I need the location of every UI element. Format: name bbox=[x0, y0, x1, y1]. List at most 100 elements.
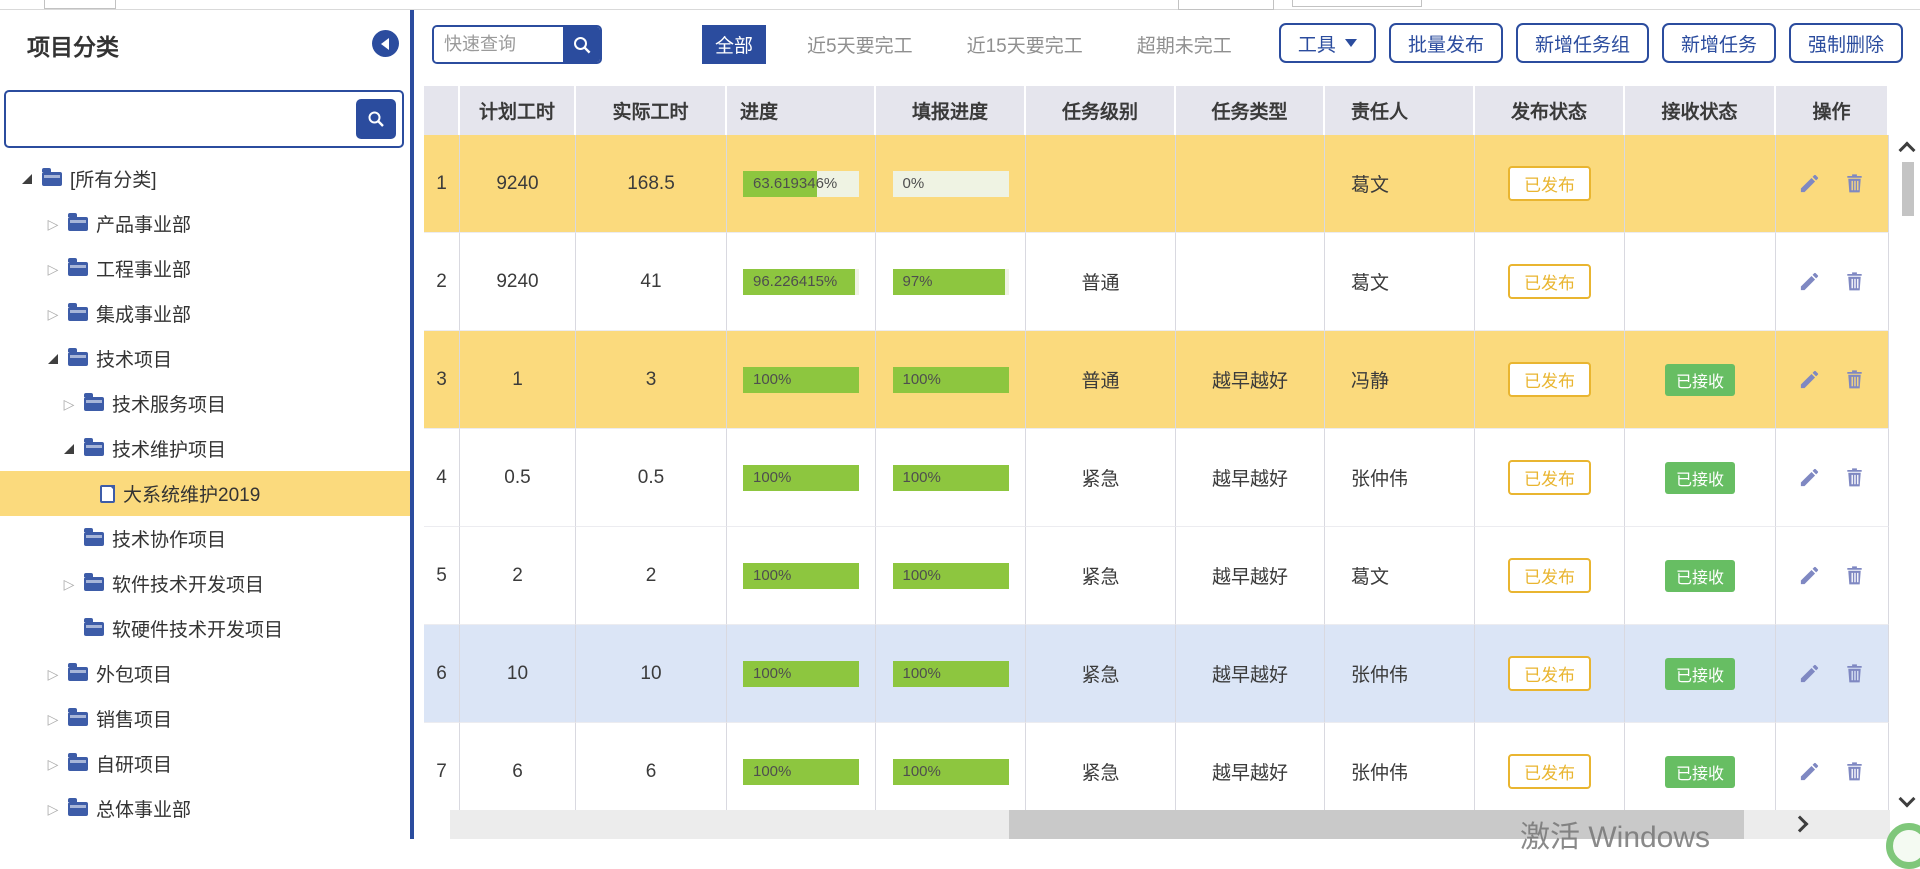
progress-bar: 100% bbox=[893, 367, 1009, 393]
vscroll-thumb[interactable] bbox=[1902, 162, 1914, 216]
operations-cell bbox=[1776, 527, 1889, 625]
owner-cell: 张仲伟 bbox=[1325, 723, 1475, 813]
action-button-工具[interactable]: 工具 bbox=[1279, 23, 1376, 63]
sidebar-collapse-button[interactable] bbox=[372, 30, 399, 57]
action-button-新增任务[interactable]: 新增任务 bbox=[1662, 23, 1776, 63]
trash-icon[interactable] bbox=[1843, 760, 1866, 783]
trash-icon[interactable] bbox=[1843, 270, 1866, 293]
progress-label: 0% bbox=[903, 171, 925, 197]
filter-tab-全部[interactable]: 全部 bbox=[702, 25, 766, 64]
edit-pencil-icon[interactable] bbox=[1798, 662, 1821, 685]
task-table: 计划工时实际工时进度填报进度任务级别任务类型责任人发布状态接收状态操作 1924… bbox=[424, 86, 1889, 813]
progress-label: 100% bbox=[903, 759, 941, 785]
actual-hours-cell: 41 bbox=[576, 233, 727, 331]
sidebar-search-input[interactable] bbox=[6, 92, 356, 146]
action-button-新增任务组[interactable]: 新增任务组 bbox=[1516, 23, 1649, 63]
tree-expanded-icon[interactable] bbox=[46, 352, 60, 366]
tree-item-软件技术开发项目[interactable]: ▷ 软件技术开发项目 bbox=[0, 561, 410, 606]
receive-status-cell: 已接收 bbox=[1625, 429, 1776, 527]
tree-collapsed-icon[interactable]: ▷ bbox=[46, 712, 60, 726]
tree-item-技术服务项目[interactable]: ▷技术服务项目 bbox=[0, 381, 410, 426]
table-row[interactable]: 313100%100%普通越早越好冯静已发布已接收 bbox=[424, 331, 1889, 429]
quick-search-button[interactable] bbox=[563, 27, 600, 62]
trash-icon[interactable] bbox=[1843, 662, 1866, 685]
published-badge: 已发布 bbox=[1508, 460, 1591, 495]
trash-icon[interactable] bbox=[1843, 368, 1866, 391]
publish-status-cell: 已发布 bbox=[1475, 527, 1625, 625]
sidebar-search-box bbox=[4, 90, 404, 148]
table-row[interactable]: 522100%100%紧急越早越好葛文已发布已接收 bbox=[424, 527, 1889, 625]
published-badge: 已发布 bbox=[1508, 264, 1591, 299]
operations-cell bbox=[1776, 625, 1889, 723]
tree-collapsed-icon[interactable]: ▷ bbox=[62, 577, 76, 591]
tree-collapsed-icon[interactable]: ▷ bbox=[46, 307, 60, 321]
progress-label: 100% bbox=[753, 367, 791, 393]
tree-expanded-icon[interactable] bbox=[20, 172, 34, 186]
receive-status-cell: 已接收 bbox=[1625, 723, 1776, 813]
tree-item-集成事业部[interactable]: ▷集成事业部 bbox=[0, 291, 410, 336]
table-row[interactable]: 61010100%100%紧急越早越好张仲伟已发布已接收 bbox=[424, 625, 1889, 723]
progress-label: 100% bbox=[753, 759, 791, 785]
table-row[interactable]: 766100%100%紧急越早越好张仲伟已发布已接收 bbox=[424, 723, 1889, 813]
filter-tab-近15天要完工[interactable]: 近15天要完工 bbox=[954, 25, 1096, 64]
vertical-scrollbar[interactable] bbox=[1896, 86, 1920, 839]
tree-item-外包项目[interactable]: ▷外包项目 bbox=[0, 651, 410, 696]
action-button-强制删除[interactable]: 强制删除 bbox=[1789, 23, 1903, 63]
progress-bar: 100% bbox=[743, 563, 859, 589]
tree-item-工程事业部[interactable]: ▷工程事业部 bbox=[0, 246, 410, 291]
tree-collapsed-icon[interactable]: ▷ bbox=[46, 667, 60, 681]
filter-tab-超期未完工[interactable]: 超期未完工 bbox=[1124, 25, 1245, 64]
tree-item-label: 产品事业部 bbox=[96, 210, 191, 237]
tree-collapsed-icon[interactable]: ▷ bbox=[62, 397, 76, 411]
scroll-up-icon[interactable] bbox=[1899, 142, 1916, 159]
task-type-cell: 越早越好 bbox=[1176, 527, 1325, 625]
published-badge: 已发布 bbox=[1508, 362, 1591, 397]
action-button-批量发布[interactable]: 批量发布 bbox=[1389, 23, 1503, 63]
edit-pencil-icon[interactable] bbox=[1798, 466, 1821, 489]
progress-label: 100% bbox=[753, 563, 791, 589]
tree-item-技术协作项目[interactable]: 技术协作项目 bbox=[0, 516, 410, 561]
report-progress-cell: 100% bbox=[876, 527, 1026, 625]
planned-hours-cell: 0.5 bbox=[460, 429, 576, 527]
table-row[interactable]: 292404196.226415%97%普通葛文已发布 bbox=[424, 233, 1889, 331]
quick-search-input[interactable] bbox=[434, 27, 563, 62]
tree-item-软硬件技术开发项目[interactable]: 软硬件技术开发项目 bbox=[0, 606, 410, 651]
filter-tab-近5天要完工[interactable]: 近5天要完工 bbox=[794, 25, 926, 64]
task-type-cell: 越早越好 bbox=[1176, 723, 1325, 813]
tree-item-技术维护项目[interactable]: 技术维护项目 bbox=[0, 426, 410, 471]
trash-icon[interactable] bbox=[1843, 172, 1866, 195]
tree-item-技术项目[interactable]: 技术项目 bbox=[0, 336, 410, 381]
scroll-down-icon[interactable] bbox=[1899, 791, 1916, 808]
tree-item-销售项目[interactable]: ▷销售项目 bbox=[0, 696, 410, 741]
folder-icon bbox=[68, 307, 88, 321]
progress-bar: 100% bbox=[743, 465, 859, 491]
table-row[interactable]: 19240168.563.619346%0%葛文已发布 bbox=[424, 135, 1889, 233]
edit-pencil-icon[interactable] bbox=[1798, 270, 1821, 293]
tree-item-大系统维护2019[interactable]: 大系统维护2019 bbox=[0, 471, 410, 516]
tree-collapsed-icon[interactable]: ▷ bbox=[46, 217, 60, 231]
edit-pencil-icon[interactable] bbox=[1798, 368, 1821, 391]
tree-expanded-icon[interactable] bbox=[62, 442, 76, 456]
tree-collapsed-icon[interactable]: ▷ bbox=[46, 757, 60, 771]
tree-item-产品事业部[interactable]: ▷ 产品事业部 bbox=[0, 201, 410, 246]
tree-item-所有分类[interactable]: [所有分类] bbox=[0, 156, 410, 201]
floating-bubble[interactable] bbox=[1886, 823, 1920, 869]
tree-collapsed-icon[interactable]: ▷ bbox=[46, 262, 60, 276]
task-level-cell: 紧急 bbox=[1026, 527, 1176, 625]
progress-bar: 100% bbox=[743, 759, 859, 785]
task-type-cell: 越早越好 bbox=[1176, 331, 1325, 429]
trash-icon[interactable] bbox=[1843, 466, 1866, 489]
tree-item-自研项目[interactable]: ▷自研项目 bbox=[0, 741, 410, 786]
tree-item-label: 软件技术开发项目 bbox=[112, 570, 264, 597]
action-button-label: 工具 bbox=[1298, 30, 1336, 57]
table-row[interactable]: 40.50.5100%100%紧急越早越好张仲伟已发布已接收 bbox=[424, 429, 1889, 527]
edit-pencil-icon[interactable] bbox=[1798, 172, 1821, 195]
tree-item-总体事业部[interactable]: ▷总体事业部 bbox=[0, 786, 410, 831]
edit-pencil-icon[interactable] bbox=[1798, 760, 1821, 783]
publish-status-cell: 已发布 bbox=[1475, 331, 1625, 429]
trash-icon[interactable] bbox=[1843, 564, 1866, 587]
action-button-label: 新增任务组 bbox=[1535, 30, 1630, 57]
edit-pencil-icon[interactable] bbox=[1798, 564, 1821, 587]
sidebar-search-button[interactable] bbox=[356, 99, 396, 139]
tree-collapsed-icon[interactable]: ▷ bbox=[46, 802, 60, 816]
